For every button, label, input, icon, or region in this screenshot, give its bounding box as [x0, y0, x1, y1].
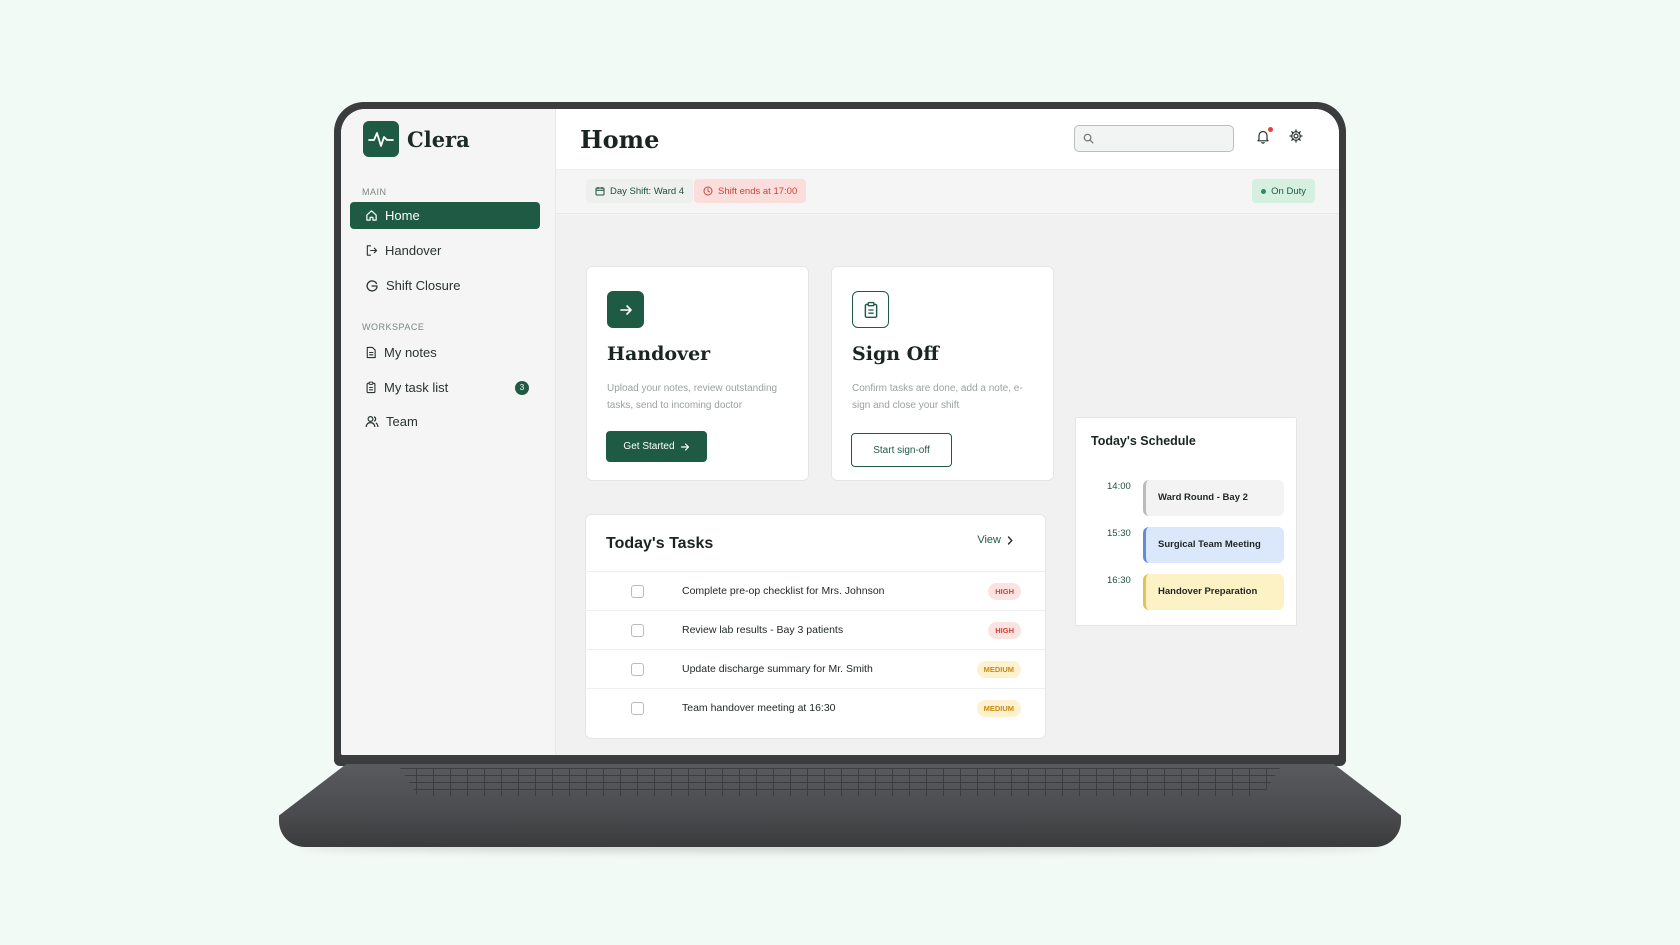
task-text: Review lab results - Bay 3 patients [682, 624, 844, 636]
arrow-right-icon [607, 291, 644, 328]
notifications-button[interactable] [1256, 127, 1273, 145]
sign-off-card: Sign Off Confirm tasks are done, add a n… [831, 266, 1054, 481]
task-text: Team handover meeting at 16:30 [682, 702, 836, 714]
settings-button[interactable] [1289, 129, 1305, 145]
search-icon [1083, 133, 1094, 144]
sign-off-card-title: Sign Off [852, 343, 939, 365]
calendar-icon [595, 187, 605, 196]
pulse-icon [363, 121, 399, 157]
handover-card-description: Upload your notes, review outstanding ta… [607, 383, 778, 411]
priority-badge: HIGH [988, 583, 1021, 600]
clipboard-icon [852, 291, 889, 328]
shift-ends-label: Shift ends at 17:00 [718, 185, 798, 197]
tasks-card: Today's Tasks View Complete pre-op check… [585, 514, 1046, 739]
notification-dot [1268, 127, 1273, 132]
schedule-time: 15:30 [1107, 528, 1131, 539]
get-started-label: Get Started [623, 441, 675, 452]
priority-badge: MEDIUM [976, 661, 1021, 678]
priority-badge: HIGH [988, 622, 1021, 639]
schedule-time: 16:30 [1107, 575, 1131, 586]
schedule-card: Today's Schedule 14:00 Ward Round - Bay … [1075, 417, 1297, 626]
clipboard-icon [366, 381, 376, 394]
priority-badge: MEDIUM [976, 700, 1021, 717]
tasks-title: Today's Tasks [606, 535, 714, 552]
top-bar: Home [556, 109, 1339, 170]
schedule-title: Today's Schedule [1091, 434, 1196, 448]
schedule-time: 14:00 [1107, 481, 1131, 492]
laptop-keyboard [400, 768, 1280, 796]
task-count-badge: 3 [515, 381, 529, 395]
table-row: Complete pre-op checklist for Mrs. Johns… [586, 571, 1045, 610]
table-row: Team handover meeting at 16:30 MEDIUM [586, 688, 1045, 727]
get-started-button[interactable]: Get Started [606, 431, 707, 462]
duty-status-label: On Duty [1271, 185, 1306, 197]
shift-ends-chip: Shift ends at 17:00 [694, 179, 807, 203]
sidebar-item-label: My task list [384, 380, 449, 395]
task-checkbox[interactable] [631, 702, 644, 715]
sidebar-item-label: Team [386, 414, 418, 429]
sidebar-item-label: Home [385, 208, 420, 223]
schedule-event[interactable]: Surgical Team Meeting [1143, 527, 1284, 563]
handover-card: Handover Upload your notes, review outst… [586, 266, 809, 481]
chevron-right-icon [1007, 535, 1013, 545]
note-icon [366, 346, 376, 359]
table-row: Review lab results - Bay 3 patients HIGH [586, 610, 1045, 649]
page-title: Home [580, 125, 660, 154]
app-screen: Clera MAIN Home Handover Shift Closure W… [341, 109, 1339, 755]
sidebar-item-home[interactable]: Home [350, 202, 540, 229]
schedule-event[interactable]: Handover Preparation [1143, 574, 1284, 610]
sidebar-item-my-task-list[interactable]: My task list 3 [350, 374, 540, 401]
sidebar-item-team[interactable]: Team [350, 408, 540, 435]
start-sign-off-button[interactable]: Start sign-off [851, 433, 952, 467]
brand[interactable]: Clera [363, 121, 470, 157]
arrow-right-icon [680, 442, 689, 451]
gear-icon [1289, 129, 1303, 143]
shift-label: Day Shift: Ward 4 [610, 185, 685, 197]
home-icon [366, 210, 377, 221]
sidebar-item-label: Handover [385, 243, 442, 258]
workspace-section-label: WORKSPACE [362, 322, 425, 332]
users-icon [365, 415, 379, 428]
task-checkbox[interactable] [631, 585, 644, 598]
sign-off-card-description: Confirm tasks are done, add a note, e-si… [852, 383, 1023, 411]
sidebar-item-handover[interactable]: Handover [350, 237, 540, 264]
sidebar-item-my-notes[interactable]: My notes [350, 339, 540, 366]
task-checkbox[interactable] [631, 663, 644, 676]
shift-chip: Day Shift: Ward 4 [586, 179, 694, 203]
table-row: Update discharge summary for Mr. Smith M… [586, 649, 1045, 688]
status-dot [1261, 188, 1267, 194]
sidebar: Clera MAIN Home Handover Shift Closure W… [341, 109, 556, 755]
sidebar-item-label: Shift Closure [386, 278, 461, 293]
sidebar-item-shift-closure[interactable]: Shift Closure [350, 272, 540, 299]
refresh-icon [366, 279, 378, 292]
view-tasks-link[interactable]: View [977, 534, 1013, 546]
view-label: View [977, 534, 1001, 546]
task-text: Complete pre-op checklist for Mrs. Johns… [682, 585, 885, 597]
duty-status-badge: On Duty [1252, 179, 1315, 203]
log-out-icon [366, 245, 378, 256]
main-section-label: MAIN [362, 187, 387, 197]
schedule-event[interactable]: Ward Round - Bay 2 [1143, 480, 1284, 516]
task-checkbox[interactable] [631, 624, 644, 637]
app-name: Clera [407, 126, 470, 152]
sidebar-item-label: My notes [384, 345, 437, 360]
handover-card-title: Handover [607, 343, 711, 365]
search-input[interactable] [1074, 125, 1234, 152]
task-text: Update discharge summary for Mr. Smith [682, 663, 873, 675]
clock-icon [703, 186, 713, 196]
shift-info-bar: Day Shift: Ward 4 Shift ends at 17:00 On… [556, 170, 1339, 214]
